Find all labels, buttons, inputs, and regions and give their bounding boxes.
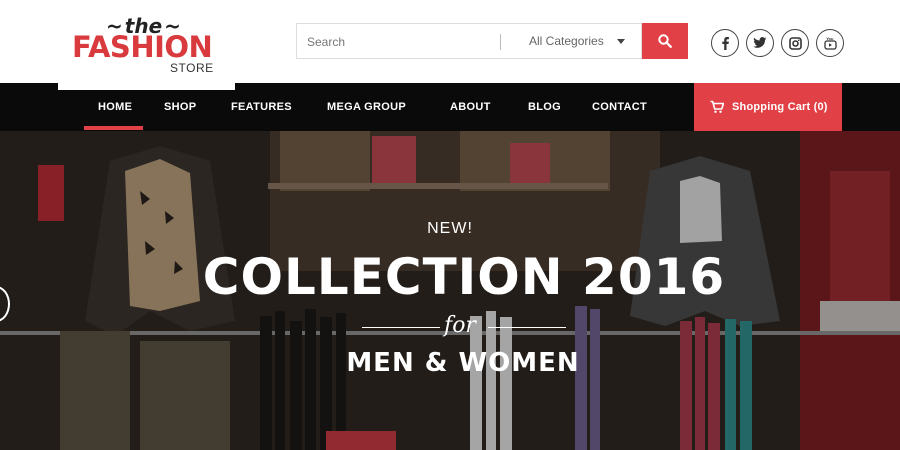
svg-text:You: You xyxy=(826,36,834,41)
logo-store-text: STORE xyxy=(170,61,214,75)
facebook-icon[interactable] xyxy=(711,29,739,57)
nav-item-contact[interactable]: CONTACT xyxy=(592,101,647,113)
search-divider xyxy=(500,34,501,50)
search-bar: All Categories xyxy=(296,23,642,59)
hero-for-text: for xyxy=(444,313,476,338)
cart-label: Shopping Cart (0) xyxy=(732,101,828,113)
nav-item-features[interactable]: FEATURES xyxy=(231,101,292,113)
twitter-icon[interactable] xyxy=(746,29,774,57)
category-select[interactable]: All Categories xyxy=(529,34,604,48)
hero-banner: NEW! COLLECTION 2016 for MEN & WOMEN xyxy=(0,131,900,450)
nav-active-indicator xyxy=(84,126,143,130)
hero-new-label: NEW! xyxy=(427,220,473,237)
cart-icon xyxy=(710,100,724,113)
shopping-cart-button[interactable]: Shopping Cart (0) xyxy=(694,83,842,131)
nav-item-about[interactable]: ABOUT xyxy=(450,101,491,113)
site-header: the FASHION STORE All Categories You xyxy=(0,0,900,90)
search-button[interactable] xyxy=(642,23,688,59)
nav-item-shop[interactable]: SHOP xyxy=(164,101,196,113)
hero-title: COLLECTION 2016 xyxy=(202,248,726,306)
logo-fashion-text: FASHION xyxy=(72,30,213,64)
instagram-icon[interactable] xyxy=(781,29,809,57)
hero-divider-right xyxy=(488,327,566,328)
hero-subtitle: MEN & WOMEN xyxy=(346,348,580,378)
youtube-icon[interactable]: You xyxy=(816,29,844,57)
site-logo[interactable]: the FASHION STORE xyxy=(58,0,235,90)
nav-item-mega-group[interactable]: MEGA GROUP xyxy=(327,101,406,113)
search-icon xyxy=(658,34,672,48)
caret-down-icon[interactable] xyxy=(617,39,625,44)
nav-item-home[interactable]: HOME xyxy=(98,101,132,113)
nav-item-blog[interactable]: BLOG xyxy=(528,101,561,113)
search-input[interactable] xyxy=(307,33,487,51)
